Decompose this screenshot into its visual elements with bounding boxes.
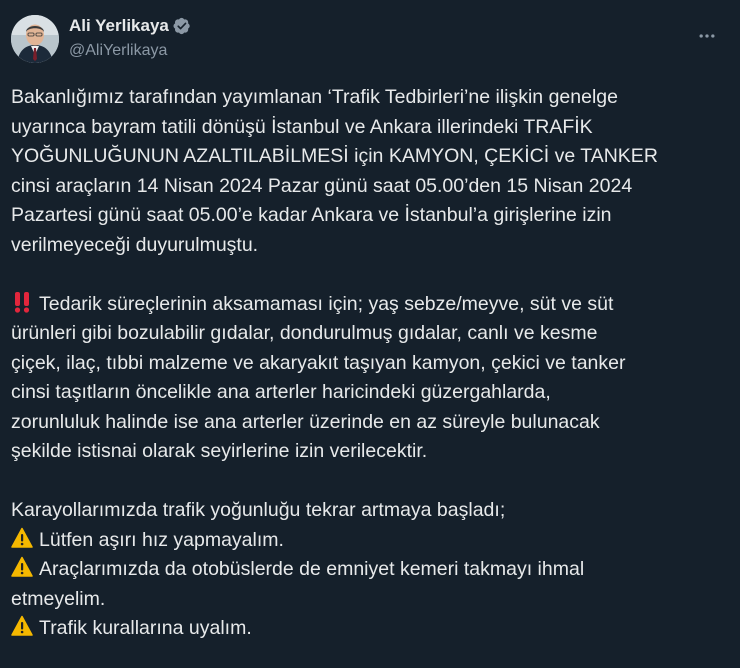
warning-emoji — [11, 527, 33, 548]
more-dots-icon — [699, 34, 715, 38]
user-names: Ali Yerlikaya @AliYerlikaya — [69, 15, 191, 60]
more-options-button[interactable] — [690, 19, 724, 53]
tweet-card: Ali Yerlikaya @AliYerlikaya Bakanlığımız… — [0, 0, 740, 668]
double-exclamation-emoji — [14, 291, 30, 313]
user-handle[interactable]: @AliYerlikaya — [69, 42, 191, 60]
warning-emoji — [11, 615, 33, 636]
text-line: Lütfen aşırı hız yapmayalım. — [39, 528, 284, 551]
tweet-paragraph-1: Bakanlığımız tarafından yayımlanan ‘Traf… — [11, 83, 726, 260]
tweet-header: Ali Yerlikaya @AliYerlikaya — [11, 13, 724, 69]
tweet-text: Bakanlığımız tarafından yayımlanan ‘Traf… — [11, 83, 726, 644]
verified-badge-icon[interactable] — [173, 17, 191, 35]
display-name[interactable]: Ali Yerlikaya — [69, 16, 169, 36]
text-line: Trafik kurallarına uyalım. — [39, 617, 252, 639]
text-line: YOĞUNLUĞUNUN AZALTILABİLMESİ için KAMYON… — [11, 145, 658, 167]
tweet-paragraph-3: Karayollarımızda trafik yoğunluğu tekrar… — [11, 496, 726, 644]
text-line: Araçlarımızda da otobüslerde de emniyet … — [39, 558, 585, 580]
text-line: Karayollarımızda trafik yoğunluğu tekrar… — [11, 499, 506, 521]
text-line: verilmeyeceği duyurulmuştu. — [11, 233, 259, 256]
text-line: Pazartesi günü saat 05.00’e kadar Ankara… — [11, 204, 612, 226]
text-line-with-emoji: Trafik kurallarına uyalım. — [11, 614, 726, 644]
text-line: şekilde istisnai olarak seyirlerine izin… — [11, 440, 428, 462]
text-line: etmeyelim. — [11, 587, 106, 610]
text-line: çiçek, ilaç, tıbbi malzeme ve akaryakıt … — [11, 351, 626, 374]
warning-emoji — [11, 556, 33, 577]
text-line: cinsi araçların 14 Nisan 2024 Pazar günü… — [11, 174, 633, 197]
text-line-with-emoji: Tedarik süreçlerinin aksamaması için; ya… — [11, 290, 726, 320]
text-line: Bakanlığımız tarafından yayımlanan ‘Traf… — [11, 86, 618, 108]
text-line: cinsi taşıtların öncelikle ana arterler … — [11, 381, 551, 403]
tweet-paragraph-2: Tedarik süreçlerinin aksamaması için; ya… — [11, 290, 726, 467]
text-line: Tedarik süreçlerinin aksamaması için; ya… — [39, 292, 614, 315]
avatar-image — [11, 15, 59, 63]
avatar[interactable] — [11, 15, 59, 63]
text-line-with-emoji: Lütfen aşırı hız yapmayalım. — [11, 526, 726, 556]
display-name-row: Ali Yerlikaya — [69, 15, 191, 37]
text-line: ürünleri gibi bozulabilir gıdalar, dondu… — [11, 322, 598, 344]
text-line-with-emoji: Araçlarımızda da otobüslerde de emniyet … — [11, 555, 726, 585]
text-line: uyarınca bayram tatili dönüşü İstanbul v… — [11, 115, 593, 138]
text-line: zorunluluk halinde ise ana arterler üzer… — [11, 410, 600, 433]
